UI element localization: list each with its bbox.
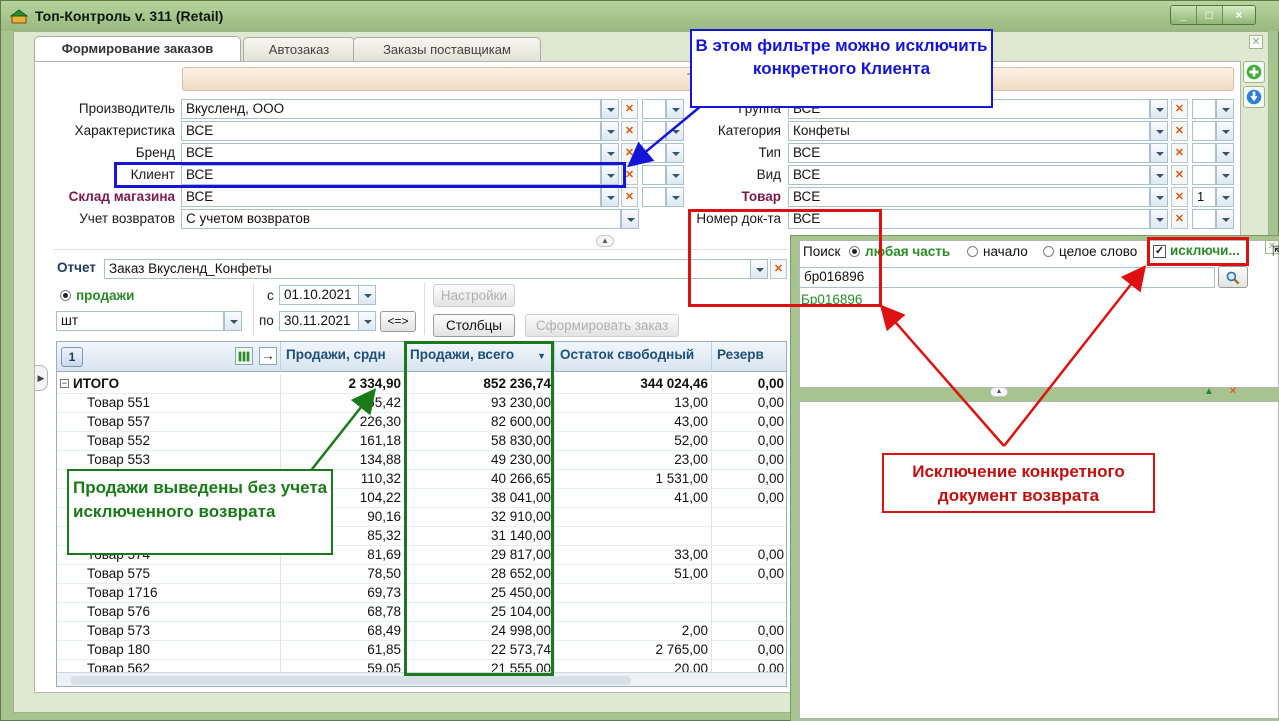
annotation-arrows bbox=[270, 105, 1147, 522]
green-callout: Продажи выведены без учета исключенного … bbox=[67, 469, 333, 555]
blue-callout: В этом фильтре можно исключить конкретно… bbox=[690, 29, 993, 108]
red-arrow-right bbox=[1003, 265, 1147, 447]
blue-arrow bbox=[627, 105, 702, 168]
red-arrow-left bbox=[879, 304, 1005, 447]
app-window: Топ-Контроль v. 311 (Retail) _ □ × Форми… bbox=[0, 0, 1279, 721]
red-callout: Исключение конкретного документ возврата bbox=[882, 453, 1155, 513]
